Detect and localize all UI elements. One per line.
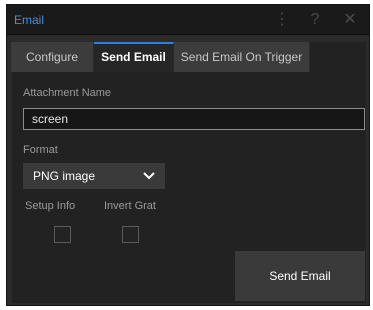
setup-info-checkbox[interactable] — [54, 226, 71, 243]
tab-bar: Configure Send Email Send Email On Trigg… — [7, 42, 369, 72]
invert-grat-label: Invert Grat — [104, 200, 156, 212]
format-select[interactable]: PNG image — [23, 163, 165, 189]
email-dialog: Email ⋮ ? ✕ Configure Send Email Send Em… — [6, 4, 370, 306]
tab-configure[interactable]: Configure — [11, 42, 94, 72]
format-label: Format — [23, 144, 58, 156]
attachment-name-label: Attachment Name — [23, 87, 112, 99]
chevron-down-icon — [143, 172, 155, 180]
tab-bar-filler — [310, 42, 366, 72]
setup-info-label: Setup Info — [25, 200, 76, 212]
attachment-name-input[interactable]: screen — [23, 108, 365, 130]
format-selected-value: PNG image — [33, 169, 96, 183]
close-icon[interactable]: ✕ — [338, 8, 362, 32]
tab-send-email[interactable]: Send Email — [94, 42, 174, 72]
title-bar: Email ⋮ ? ✕ — [7, 5, 369, 35]
dialog-title: Email — [14, 13, 45, 27]
help-icon[interactable]: ? — [307, 8, 323, 32]
tab-send-email-on-trigger[interactable]: Send Email On Trigger — [174, 42, 310, 72]
send-email-button[interactable]: Send Email — [235, 251, 365, 301]
more-vertical-icon[interactable]: ⋮ — [274, 8, 290, 32]
invert-grat-checkbox[interactable] — [122, 226, 139, 243]
